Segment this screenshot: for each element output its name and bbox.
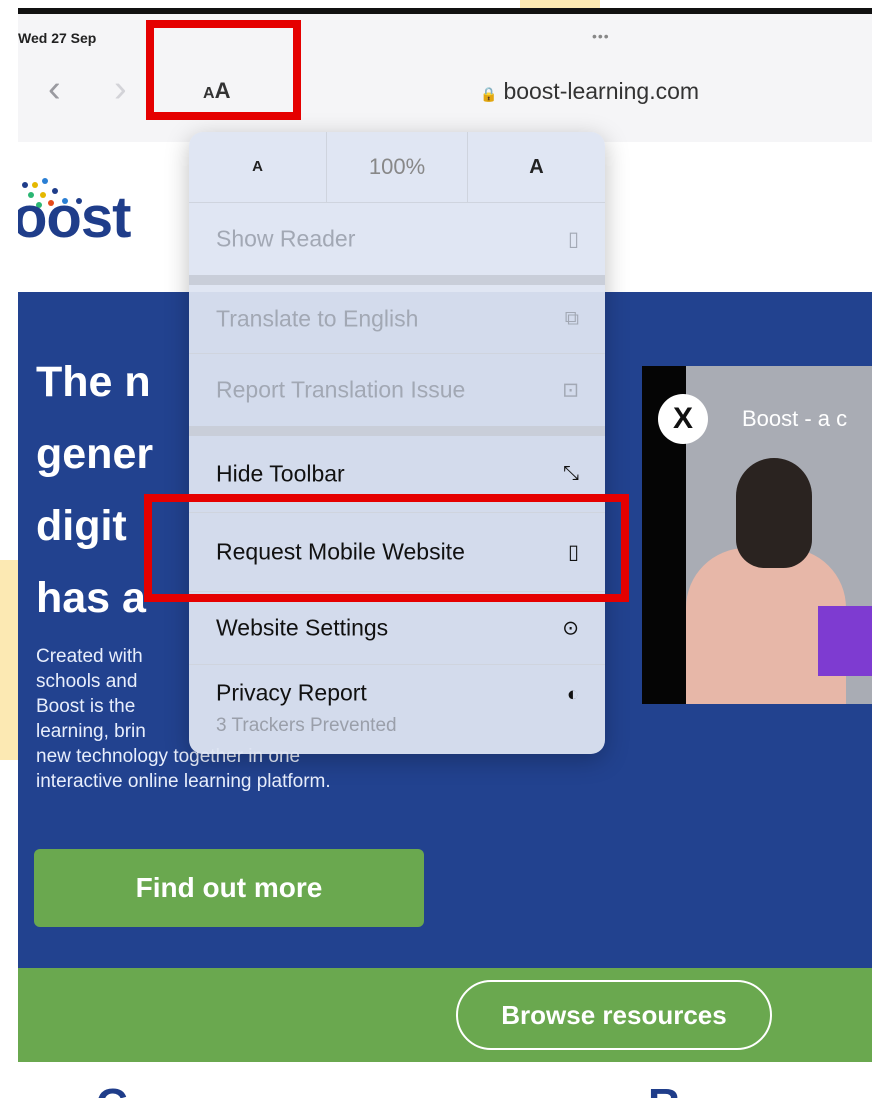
boost-channel-logo-icon[interactable]: X xyxy=(658,394,708,444)
find-out-more-button[interactable]: Find out more xyxy=(34,849,424,927)
decorative-background-shape xyxy=(520,0,600,8)
menu-divider xyxy=(189,426,605,436)
multitasking-dots[interactable]: ••• xyxy=(592,28,610,44)
menu-item-label: Hide Toolbar xyxy=(216,460,345,487)
resources-band: Browse resources xyxy=(18,968,872,1062)
resize-arrows-icon: ⤡ xyxy=(563,462,579,485)
zoom-percentage[interactable]: 100% xyxy=(327,132,468,202)
menu-item-show-reader[interactable]: Show Reader ▯ xyxy=(189,203,605,275)
decrease-text-size-button[interactable]: A xyxy=(189,132,327,202)
back-icon[interactable]: ‹ xyxy=(48,70,61,108)
browse-resources-button[interactable]: Browse resources xyxy=(456,980,772,1050)
menu-item-report-translation[interactable]: Report Translation Issue ⊡ xyxy=(189,354,605,426)
menu-item-website-settings[interactable]: Website Settings ⊙ xyxy=(189,592,605,664)
menu-divider xyxy=(189,275,605,285)
section-heading-partial: C xyxy=(96,1080,128,1098)
translate-icon: ⧉ xyxy=(564,307,579,330)
menu-item-translate[interactable]: Translate to English ⧉ xyxy=(189,285,605,353)
hero-desc-line: interactive online learning platform. xyxy=(36,771,331,792)
menu-item-label: Report Translation Issue xyxy=(216,376,466,403)
menu-item-label: Website Settings xyxy=(216,614,389,641)
menu-item-sublabel: 3 Trackers Prevented xyxy=(216,715,397,736)
status-time: Wed 27 Sep xyxy=(18,30,97,46)
lock-icon: 🔒 xyxy=(480,86,498,102)
highlight-aa-button xyxy=(146,20,301,120)
increase-text-size-button[interactable]: A xyxy=(468,132,605,202)
boost-logo[interactable]: oost xyxy=(18,184,131,251)
next-section: C R xyxy=(18,1062,872,1098)
video-title: Boost - a c xyxy=(742,406,848,431)
address-bar[interactable]: 🔒 boost-learning.com xyxy=(480,78,699,105)
zoom-controls: A 100% A xyxy=(189,132,605,203)
decorative-background-shape xyxy=(0,560,18,760)
settings-circle-icon: ⊙ xyxy=(562,617,579,640)
page-format-menu: A 100% A Show Reader ▯ Translate to Engl… xyxy=(189,132,605,754)
menu-item-privacy-report[interactable]: Privacy Report 3 Trackers Prevented ◐ xyxy=(189,665,605,754)
url-text: boost-learning.com xyxy=(503,78,700,104)
report-bubble-icon: ⊡ xyxy=(562,379,579,402)
menu-item-label: Translate to English xyxy=(216,305,419,332)
shield-icon: ◐ xyxy=(566,683,579,706)
menu-item-label: Show Reader xyxy=(216,225,356,252)
highlight-request-mobile-website xyxy=(144,494,629,602)
reader-icon: ▯ xyxy=(567,228,579,251)
forward-icon[interactable]: › xyxy=(114,70,127,108)
video-player[interactable]: X Boost - a c xyxy=(642,366,872,704)
menu-item-label: Privacy Report xyxy=(216,679,367,706)
section-heading-partial: R xyxy=(648,1080,680,1098)
